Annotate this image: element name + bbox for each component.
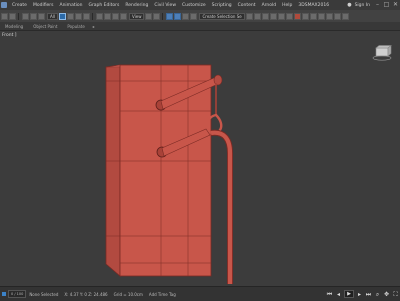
minimize-button[interactable]: – [374, 2, 381, 8]
curve-editor-icon[interactable] [277, 12, 285, 20]
layer-explorer-icon[interactable] [261, 12, 269, 20]
time-slider-icon[interactable] [2, 292, 6, 296]
percent-snap-icon[interactable] [182, 12, 190, 20]
menu-item-content[interactable]: Content [235, 3, 259, 8]
next-frame-icon[interactable]: ▸ [356, 291, 363, 298]
app-logo-icon[interactable] [1, 2, 7, 8]
a360-gallery-icon[interactable] [341, 12, 349, 20]
select-and-scale-icon[interactable] [111, 12, 119, 20]
angle-snap-icon[interactable] [174, 12, 182, 20]
select-and-place-icon[interactable] [119, 12, 127, 20]
panel-front-face [119, 64, 212, 277]
named-selection-set-dropdown[interactable]: Create Selection Se [199, 12, 245, 20]
close-button[interactable]: ✕ [392, 2, 399, 8]
menu-bar: Create Modifiers Animation Graph Editors… [0, 0, 400, 10]
toolbar-separator [162, 12, 164, 20]
reference-coordinate-dropdown[interactable]: View [128, 12, 145, 20]
menu-item-rendering[interactable]: Rendering [122, 3, 151, 8]
menu-item-modifiers[interactable]: Modifiers [30, 3, 57, 8]
material-editor-icon[interactable] [293, 12, 301, 20]
menu-item-help[interactable]: Help [279, 3, 295, 8]
goto-start-icon[interactable]: ⏮ [326, 291, 333, 298]
toolbar-separator [18, 12, 19, 20]
menu-item-create[interactable]: Create [9, 3, 30, 8]
maximize-button[interactable]: □ [383, 2, 390, 8]
spinner-snap-icon[interactable] [190, 12, 198, 20]
mirror-icon[interactable] [245, 12, 253, 20]
ribbon-tabs: Modeling Object Paint Populate ▸ [0, 22, 400, 31]
snap-toggle-icon[interactable] [166, 12, 174, 20]
schematic-view-icon[interactable] [285, 12, 293, 20]
ribbon-options-icon[interactable]: ▸ [90, 24, 98, 29]
pan-view-icon[interactable]: ✥ [383, 291, 390, 298]
align-icon[interactable] [253, 12, 261, 20]
render-iterative-icon[interactable] [325, 12, 333, 20]
menu-item-scripting[interactable]: Scripting [209, 3, 235, 8]
menu-item-civil-view[interactable]: Civil View [151, 3, 179, 8]
rectangular-selection-icon[interactable] [74, 12, 82, 20]
menu-item-workspace[interactable]: 3DSMAX2016 [295, 3, 332, 8]
add-time-tag-button[interactable]: Add Time Tag [149, 292, 176, 297]
ribbon-tab-modeling[interactable]: Modeling [0, 24, 28, 29]
toolbar-separator [91, 12, 93, 20]
ribbon-tab-populate[interactable]: Populate [62, 24, 89, 29]
bind-spacewarp-icon[interactable] [38, 12, 45, 20]
toggle-ribbon-icon[interactable] [269, 12, 277, 20]
select-and-move-icon[interactable] [95, 12, 103, 20]
maximize-viewport-icon[interactable]: ⛶ [392, 291, 399, 298]
grid-size: Grid = 10.0cm [113, 291, 143, 297]
previous-frame-icon[interactable]: ◂ [335, 291, 342, 298]
selection-status: None Selected [29, 291, 59, 297]
link-icon[interactable] [22, 12, 29, 20]
render-in-cloud-icon[interactable] [333, 12, 341, 20]
select-object-icon[interactable] [58, 12, 66, 20]
hanging-rod [210, 129, 233, 284]
render-setup-icon[interactable] [301, 12, 309, 20]
zoom-icon[interactable]: ⌕ [374, 291, 381, 298]
wall-hook-model[interactable] [0, 31, 400, 286]
menu-item-arnold[interactable]: Arnold [259, 3, 280, 8]
menu-item-animation[interactable]: Animation [57, 3, 86, 8]
frame-counter[interactable]: 0 / 100 [8, 290, 27, 298]
pivot-center-icon[interactable] [145, 12, 153, 20]
status-bar: 0 / 100 None Selected X: 4.37 Y: 0 Z: 24… [0, 286, 400, 301]
menu-item-customize[interactable]: Customize [179, 3, 209, 8]
sign-in-link[interactable]: Sign In [352, 3, 373, 8]
undo-icon[interactable] [1, 12, 8, 20]
front-viewport[interactable]: Front ] [0, 31, 400, 286]
selection-filter-dropdown[interactable]: All [47, 12, 58, 20]
ribbon-tab-object-paint[interactable]: Object Paint [28, 24, 62, 29]
select-and-rotate-icon[interactable] [103, 12, 111, 20]
select-manipulate-icon[interactable] [153, 12, 161, 20]
menu-item-graph-editors[interactable]: Graph Editors [85, 3, 122, 8]
play-button[interactable]: ▶ [344, 290, 354, 298]
unlink-icon[interactable] [30, 12, 37, 20]
goto-end-icon[interactable]: ⏭ [365, 291, 372, 298]
render-production-icon[interactable] [317, 12, 325, 20]
select-by-name-icon[interactable] [66, 12, 74, 20]
window-crossing-icon[interactable] [82, 12, 90, 20]
redo-icon[interactable] [9, 12, 16, 20]
panel-side-face [105, 64, 121, 277]
coordinate-readout: X: 4.37 Y: 0 Z: 24.486 [64, 291, 108, 297]
rendered-frame-window-icon[interactable] [309, 12, 317, 20]
